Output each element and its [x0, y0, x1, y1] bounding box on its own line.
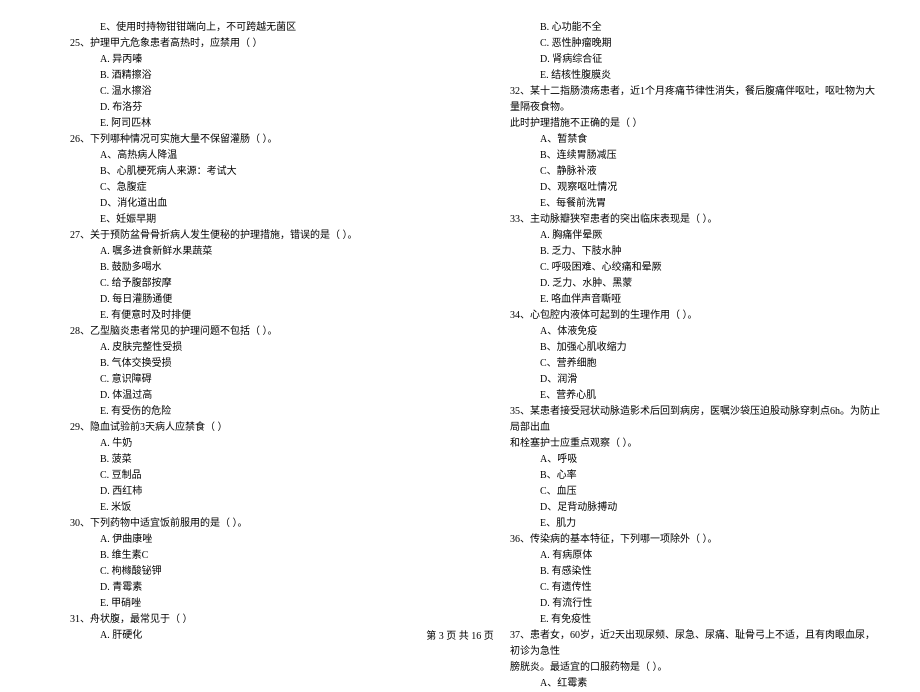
q35-stem: 35、某患者接受冠状动脉造影术后回到病房，医嘱沙袋压迫股动脉穿刺点6h。为防止局…	[480, 404, 880, 436]
q26-option-C: C、急腹症	[40, 180, 440, 196]
q25-option-E: E. 阿司匹林	[40, 116, 440, 132]
q27-option-D: D. 每日灌肠通便	[40, 292, 440, 308]
q34-option-B: B、加强心肌收缩力	[480, 340, 880, 356]
q36-option-D: D. 有流行性	[480, 596, 880, 612]
q28-option-A: A. 皮肤完整性受损	[40, 340, 440, 356]
q30-option-E: E. 甲硝唑	[40, 596, 440, 612]
q27-option-B: B. 鼓励多喝水	[40, 260, 440, 276]
q25-stem: 25、护理甲亢危象患者高热时，应禁用（ ）	[40, 36, 440, 52]
right-column: B. 心功能不全 C. 恶性肿瘤晚期 D. 肾病综合征 E. 结核性腹膜炎 32…	[480, 20, 880, 610]
q26-stem: 26、下列哪种情况可实施大量不保留灌肠（ ）。	[40, 132, 440, 148]
page-footer: 第 3 页 共 16 页	[0, 627, 920, 642]
q33-option-A: A. 胸痛伴晕厥	[480, 228, 880, 244]
q27-option-E: E. 有便意时及时排便	[40, 308, 440, 324]
q32-stem-cont: 此时护理措施不正确的是（ ）	[480, 116, 880, 132]
q36-option-B: B. 有感染性	[480, 564, 880, 580]
q30-option-C: C. 枸橼酸铋钾	[40, 564, 440, 580]
q27-option-A: A. 嘱多进食新鲜水果蔬菜	[40, 244, 440, 260]
q33-stem: 33、主动脉瓣狭窄患者的突出临床表现是（ ）。	[480, 212, 880, 228]
q25-option-D: D. 布洛芬	[40, 100, 440, 116]
q29-option-D: D. 西红柿	[40, 484, 440, 500]
q35-stem-cont: 和栓塞护士应重点观察（ ）。	[480, 436, 880, 452]
q32-option-B: B、连续胃肠减压	[480, 148, 880, 164]
q29-option-A: A. 牛奶	[40, 436, 440, 452]
q36-option-A: A. 有病原体	[480, 548, 880, 564]
q31-stem: 31、舟状腹，最常见于（ ）	[40, 612, 440, 628]
q26-option-B: B、心肌梗死病人来源：考试大	[40, 164, 440, 180]
q26-option-D: D、消化道出血	[40, 196, 440, 212]
q35-option-D: D、足背动脉搏动	[480, 500, 880, 516]
q30-option-B: B. 维生素C	[40, 548, 440, 564]
q34-option-E: E、营养心肌	[480, 388, 880, 404]
q36-stem: 36、传染病的基本特征，下列哪一项除外（ ）。	[480, 532, 880, 548]
q37-option-A: A、红霉素	[480, 676, 880, 692]
q34-option-D: D、润滑	[480, 372, 880, 388]
q36-option-E: E. 有免疫性	[480, 612, 880, 628]
q31-option-C: C. 恶性肿瘤晚期	[480, 36, 880, 52]
q27-option-C: C. 给予腹部按摩	[40, 276, 440, 292]
q35-option-E: E、肌力	[480, 516, 880, 532]
q32-option-C: C、静脉补液	[480, 164, 880, 180]
q28-option-B: B. 气体交换受损	[40, 356, 440, 372]
q25-option-A: A. 异丙嗪	[40, 52, 440, 68]
q26-option-E: E、妊娠早期	[40, 212, 440, 228]
left-column: E、使用时持物钳钳端向上，不可跨越无菌区 25、护理甲亢危象患者高热时，应禁用（…	[40, 20, 440, 610]
q32-option-A: A、暂禁食	[480, 132, 880, 148]
q28-option-D: D. 体温过高	[40, 388, 440, 404]
content-columns: E、使用时持物钳钳端向上，不可跨越无菌区 25、护理甲亢危象患者高热时，应禁用（…	[40, 20, 880, 610]
q29-stem: 29、隐血试验前3天病人应禁食（ ）	[40, 420, 440, 436]
q24-option-E: E、使用时持物钳钳端向上，不可跨越无菌区	[40, 20, 440, 36]
q32-option-E: E、每餐前洗胃	[480, 196, 880, 212]
q25-option-C: C. 温水擦浴	[40, 84, 440, 100]
q33-option-D: D. 乏力、水肿、黑蒙	[480, 276, 880, 292]
q31-option-B: B. 心功能不全	[480, 20, 880, 36]
q25-option-B: B. 酒精擦浴	[40, 68, 440, 84]
q34-option-C: C、营养细胞	[480, 356, 880, 372]
q37-stem-cont: 膀胱炎。最适宜的口服药物是（ ）。	[480, 660, 880, 676]
q28-option-C: C. 意识障碍	[40, 372, 440, 388]
q29-option-C: C. 豆制品	[40, 468, 440, 484]
q35-option-B: B、心率	[480, 468, 880, 484]
q30-option-A: A. 伊曲康唑	[40, 532, 440, 548]
q30-option-D: D. 青霉素	[40, 580, 440, 596]
q30-stem: 30、下列药物中适宜饭前服用的是（ ）。	[40, 516, 440, 532]
q33-option-B: B. 乏力、下肢水肿	[480, 244, 880, 260]
q32-stem: 32、某十二指肠溃疡患者，近1个月疼痛节律性消失，餐后腹痛伴呕吐，呕吐物为大量隔…	[480, 84, 880, 116]
q35-option-A: A、呼吸	[480, 452, 880, 468]
q26-option-A: A、高热病人降温	[40, 148, 440, 164]
q27-stem: 27、关于预防盆骨骨折病人发生便秘的护理措施，错误的是（ ）。	[40, 228, 440, 244]
q29-option-B: B. 菠菜	[40, 452, 440, 468]
q31-option-E: E. 结核性腹膜炎	[480, 68, 880, 84]
q34-option-A: A、体液免疫	[480, 324, 880, 340]
q35-option-C: C、血压	[480, 484, 880, 500]
q29-option-E: E. 米饭	[40, 500, 440, 516]
q32-option-D: D、观察呕吐情况	[480, 180, 880, 196]
q28-stem: 28、乙型脑炎患者常见的护理问题不包括（ ）。	[40, 324, 440, 340]
q34-stem: 34、心包腔内液体可起到的生理作用（ ）。	[480, 308, 880, 324]
q31-option-D: D. 肾病综合征	[480, 52, 880, 68]
q33-option-E: E. 咯血伴声音嘶哑	[480, 292, 880, 308]
q36-option-C: C. 有遗传性	[480, 580, 880, 596]
q33-option-C: C. 呼吸困难、心绞痛和晕厥	[480, 260, 880, 276]
q28-option-E: E. 有受伤的危险	[40, 404, 440, 420]
